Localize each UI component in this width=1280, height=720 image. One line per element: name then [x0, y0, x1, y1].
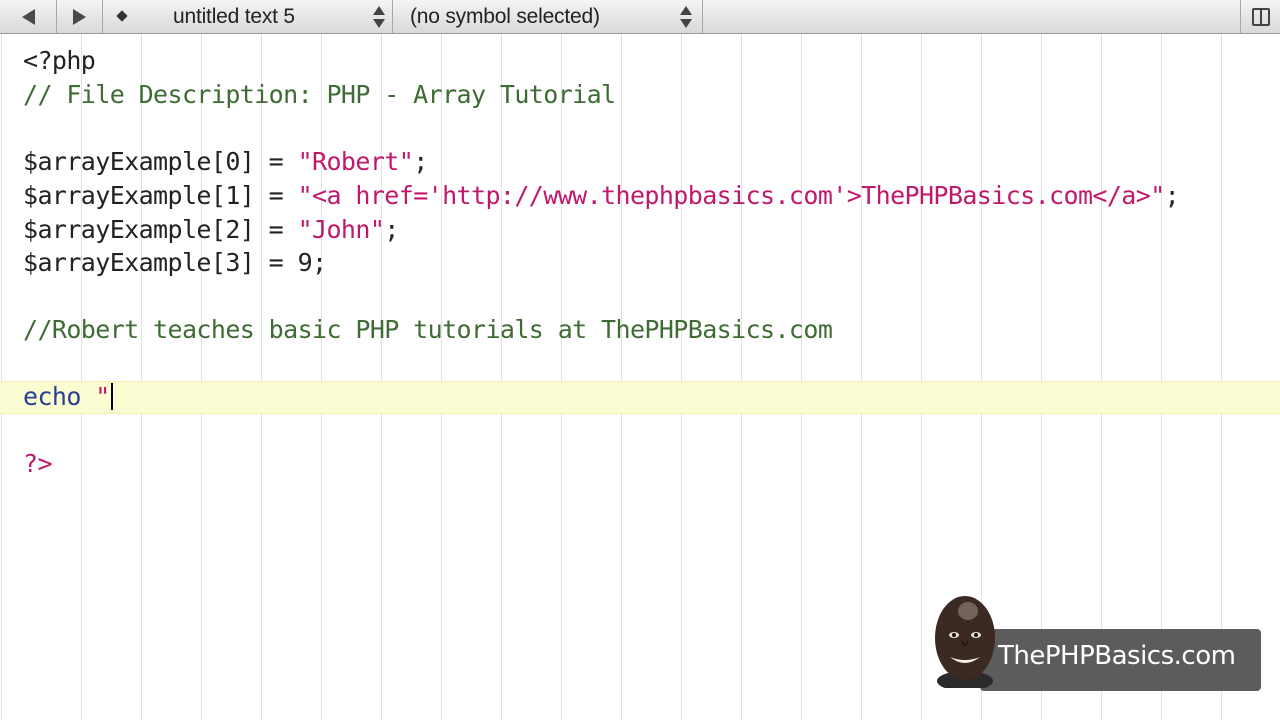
popup-updown-icon: [373, 6, 385, 28]
code-line-1: <?php: [23, 46, 96, 75]
code-line-6: $arrayExample[2] = "John";: [23, 213, 399, 246]
keyword-token: echo: [23, 382, 96, 411]
code-editor[interactable]: <?php // File Description: PHP - Array T…: [0, 34, 1280, 720]
code-token: $arrayExample[2] =: [23, 215, 298, 244]
back-button[interactable]: [0, 0, 57, 33]
document-diamond-icon: [116, 10, 128, 22]
code-line-11: echo ": [23, 380, 113, 413]
document-popup[interactable]: untitled text 5: [103, 0, 393, 33]
popup-updown-icon: [680, 6, 692, 28]
forward-arrow-icon: [73, 8, 86, 25]
code-token: ;: [1164, 181, 1180, 210]
brand-text: ThePHPBasics.com: [998, 641, 1236, 671]
symbol-selector-label: (no symbol selected): [410, 5, 600, 28]
symbol-popup[interactable]: (no symbol selected): [393, 0, 703, 33]
code-token: $arrayExample[1] =: [23, 181, 298, 210]
forward-button[interactable]: [57, 0, 103, 33]
back-arrow-icon: [21, 8, 35, 25]
current-line-highlight: [0, 381, 1280, 414]
document-name: untitled text 5: [173, 5, 295, 28]
book-icon: [1251, 7, 1270, 26]
string-token: "Robert": [297, 147, 414, 176]
string-token: ": [95, 382, 110, 411]
string-token: "<a href='http://www.thephpbasics.com'>T…: [297, 181, 1166, 210]
brand-watermark: ThePHPBasics.com: [980, 629, 1261, 691]
string-token: "John": [297, 215, 385, 244]
code-token: $arrayExample[0] =: [23, 147, 298, 176]
editor-navigation-bar: untitled text 5 (no symbol selected): [0, 0, 1280, 34]
presenter-avatar-icon: [935, 596, 995, 688]
code-token: ;: [384, 215, 399, 244]
code-line-2: // File Description: PHP - Array Tutoria…: [23, 80, 616, 109]
split-editor-button[interactable]: [1240, 0, 1280, 33]
code-line-13: ?>: [23, 449, 53, 478]
code-line-7: $arrayExample[3] = 9;: [23, 248, 327, 277]
text-caret: [110, 383, 113, 410]
code-line-9: //Robert teaches basic PHP tutorials at …: [23, 315, 833, 344]
code-token: ;: [413, 147, 428, 176]
code-line-5: $arrayExample[1] = "<a href='http://www.…: [23, 179, 1180, 212]
code-line-4: $arrayExample[0] = "Robert";: [23, 145, 428, 178]
